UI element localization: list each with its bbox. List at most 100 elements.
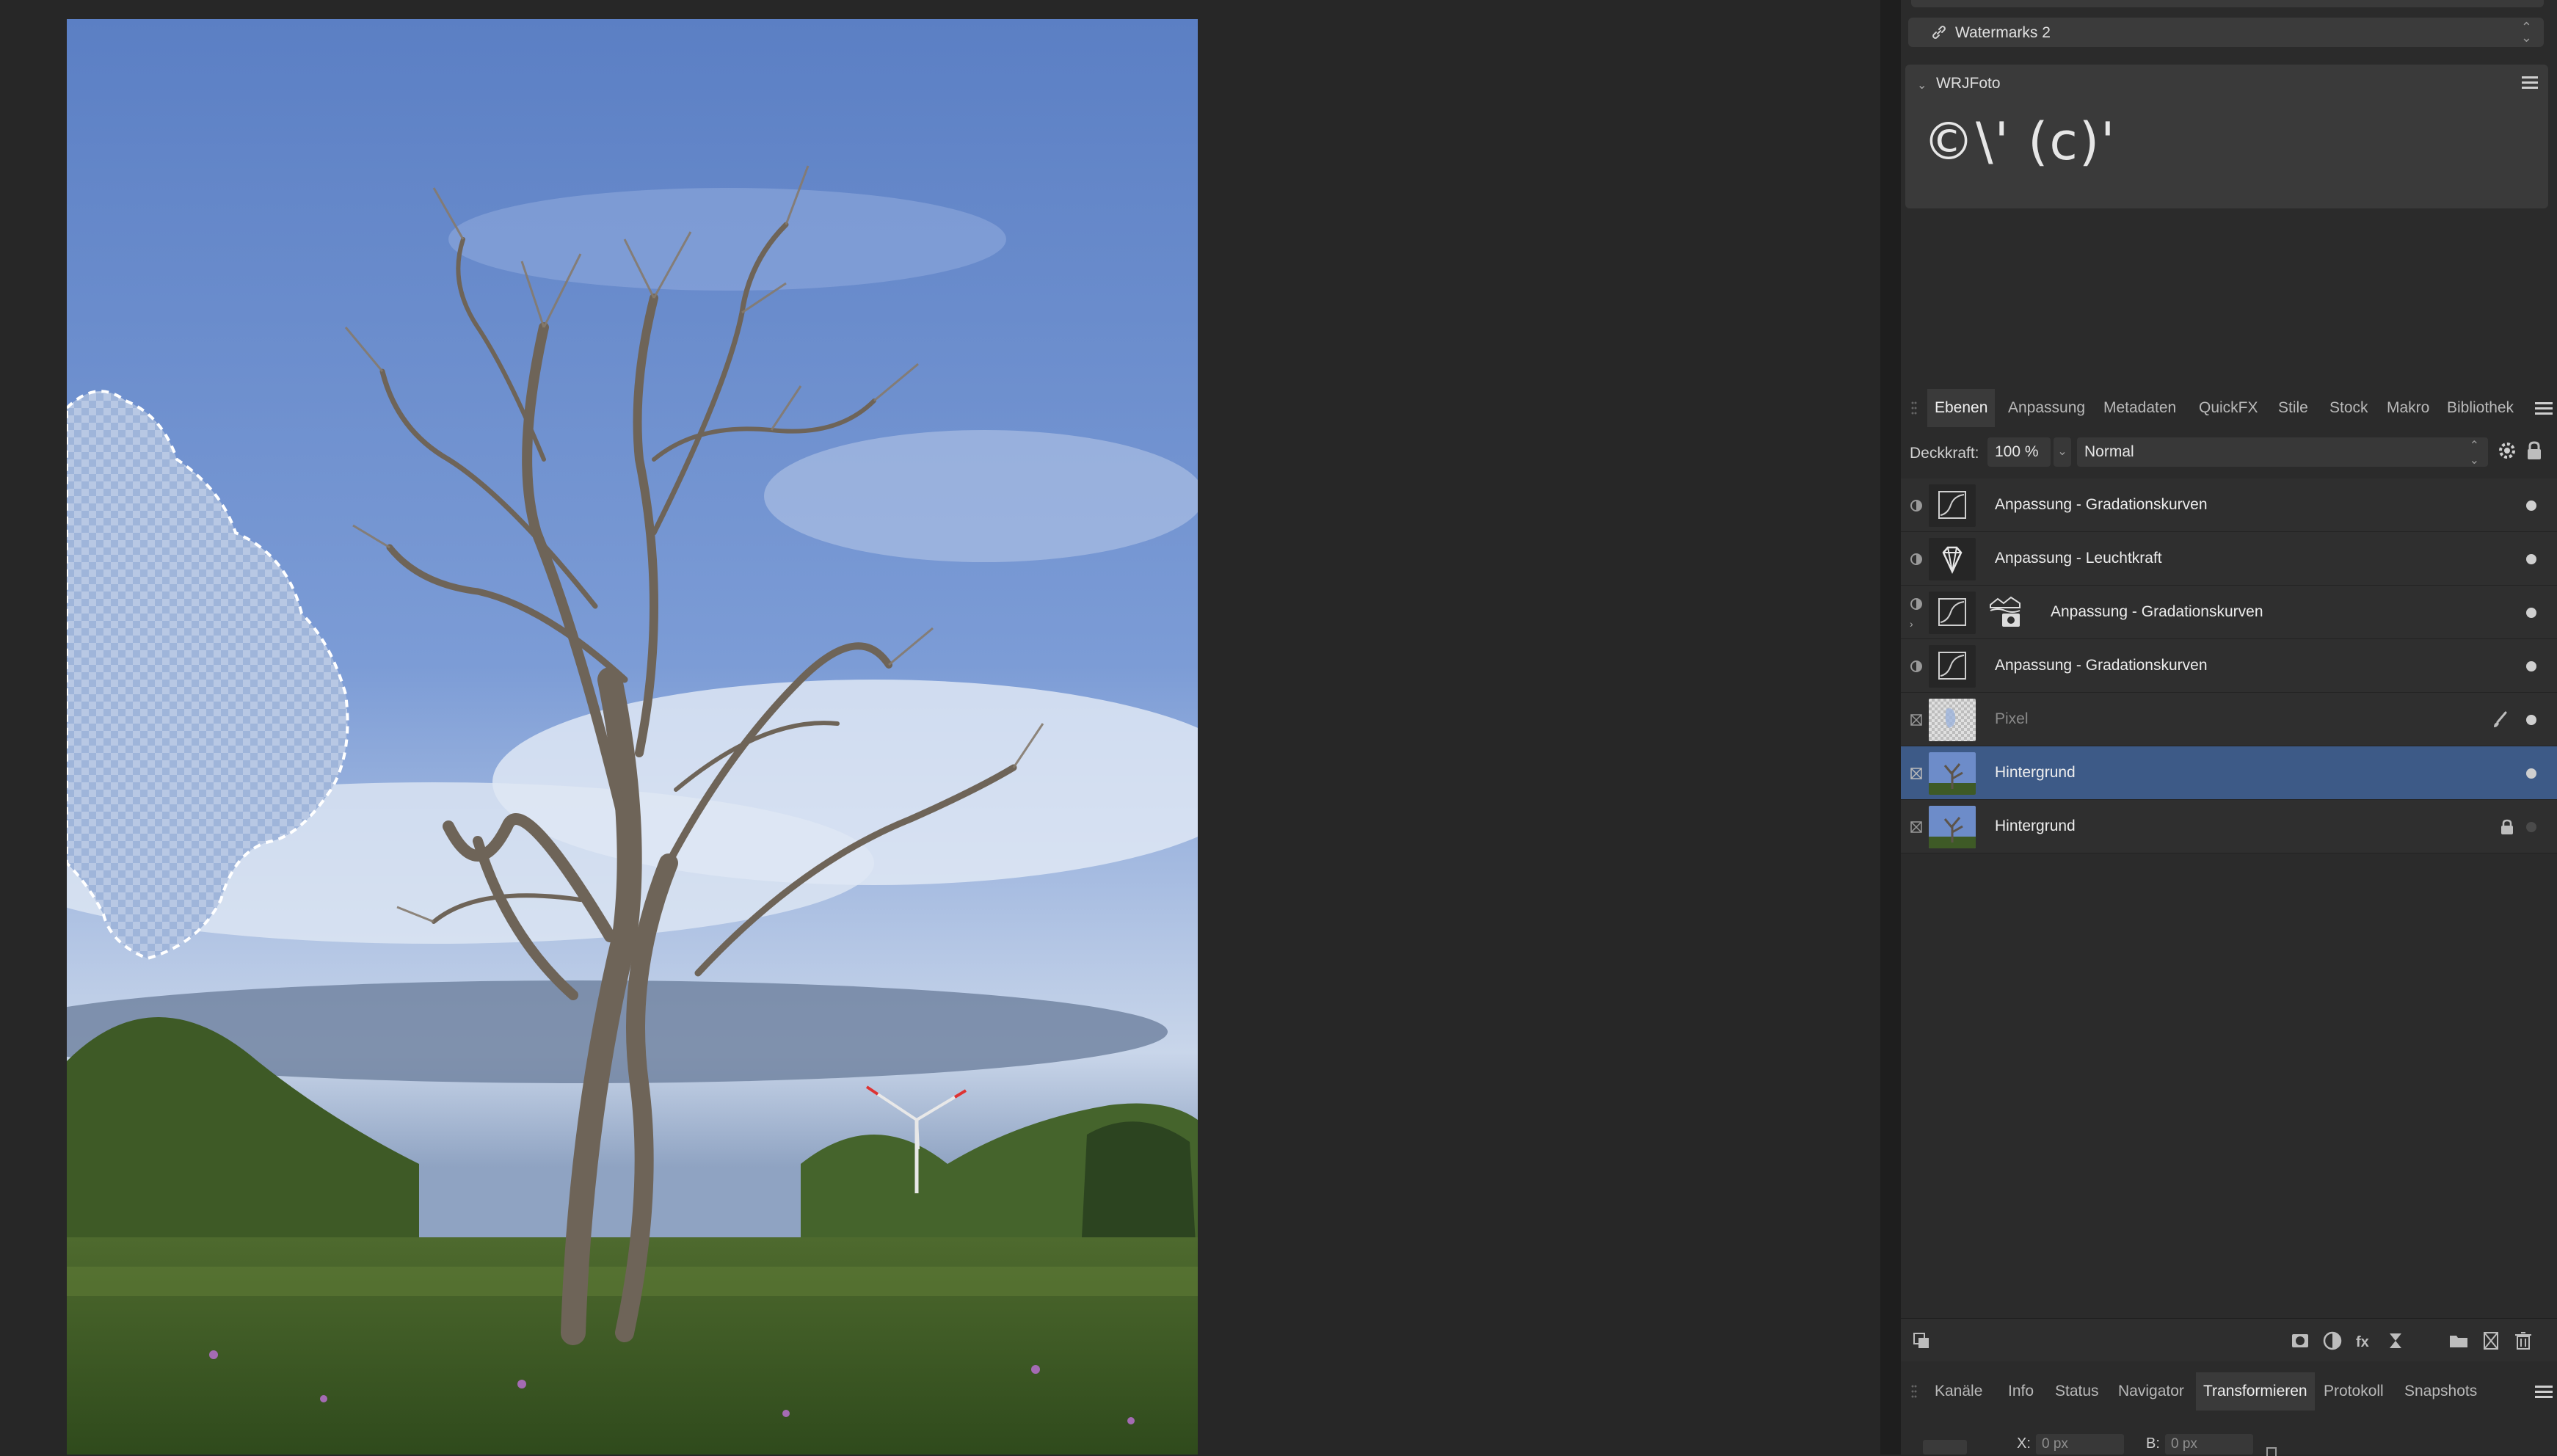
- adjustment-state-icon[interactable]: [1910, 499, 1923, 512]
- adjustment-layer-icon[interactable]: [2322, 1331, 2343, 1351]
- lock-icon[interactable]: [2498, 818, 2516, 837]
- tab-makro[interactable]: Makro: [2379, 389, 2437, 427]
- document-photo[interactable]: [67, 19, 1198, 1455]
- layer-visibility-toggle[interactable]: [2526, 608, 2536, 618]
- pixel-state-icon[interactable]: [1910, 713, 1923, 727]
- adjustment-state-icon[interactable]: [1910, 597, 1923, 611]
- opacity-label: Deckkraft:: [1910, 445, 1979, 462]
- chevron-updown-icon: ⌃ ⌄: [2469, 440, 2479, 467]
- layer-opacity-row: Deckkraft: 100 % ⌄ Normal ⌃ ⌄: [1901, 432, 2557, 476]
- opacity-dropdown[interactable]: ⌄: [2054, 437, 2071, 467]
- tab-anpassung[interactable]: Anpassung: [2001, 389, 2092, 427]
- layer-name: Anpassung - Gradationskurven: [1995, 496, 2208, 513]
- layers-tab-bar: Ebenen Anpassung Metadaten QuickFX Stile…: [1901, 389, 2557, 427]
- mask-image-icon: [1982, 592, 2029, 634]
- folder-icon[interactable]: [2448, 1331, 2469, 1351]
- hamburger-menu-icon[interactable]: [2535, 1384, 2553, 1399]
- layer-row[interactable]: › Anpassung - Gradationskurven: [1901, 586, 2557, 639]
- layer-row[interactable]: Anpassung - Gradationskurven: [1901, 639, 2557, 693]
- layer-row[interactable]: Anpassung - Gradationskurven: [1901, 478, 2557, 532]
- tab-protokoll[interactable]: Protokoll: [2316, 1372, 2391, 1410]
- grip-icon[interactable]: [1911, 1384, 1917, 1399]
- layer-name: Anpassung - Gradationskurven: [2051, 603, 2263, 620]
- layer-visibility-toggle[interactable]: [2526, 661, 2536, 671]
- right-panel: Watermarks 2 ⌃ ⌄ ⌄ WRJFoto ©\' (c)' Ebene…: [1901, 0, 2557, 1456]
- tab-info[interactable]: Info: [2001, 1372, 2041, 1410]
- watermark-library-select[interactable]: Watermarks 2 ⌃ ⌄: [1908, 18, 2544, 47]
- adjustment-state-icon[interactable]: [1910, 660, 1923, 673]
- curves-icon: [1929, 484, 1976, 527]
- photo-illustration: [67, 19, 1198, 1455]
- layer-name: Anpassung - Gradationskurven: [1995, 657, 2208, 674]
- layer-row[interactable]: Pixel: [1901, 693, 2557, 746]
- tab-metadaten[interactable]: Metadaten: [2096, 389, 2183, 427]
- layer-name: Hintergrund: [1995, 818, 2076, 834]
- hamburger-menu-icon[interactable]: [2522, 75, 2538, 90]
- chevron-down-icon[interactable]: ⌄: [1917, 78, 1927, 92]
- gear-icon[interactable]: [2497, 440, 2517, 461]
- tab-transformieren[interactable]: Transformieren: [2196, 1372, 2315, 1410]
- b-label: B:: [2146, 1435, 2160, 1452]
- tab-quickfx[interactable]: QuickFX: [2192, 389, 2266, 427]
- hamburger-menu-icon[interactable]: [2535, 401, 2553, 415]
- blend-mode-select[interactable]: Normal ⌃ ⌄: [2077, 437, 2488, 467]
- new-pixel-layer-icon[interactable]: [2481, 1331, 2501, 1351]
- anchor-grid-icon[interactable]: [1923, 1440, 1967, 1455]
- link-aspect-icon[interactable]: [2266, 1447, 2277, 1456]
- tab-stock[interactable]: Stock: [2322, 389, 2376, 427]
- x-input[interactable]: 0 px: [2036, 1434, 2124, 1455]
- watermark-card[interactable]: ⌄ WRJFoto ©\' (c)': [1905, 65, 2548, 208]
- duplicate-layer-icon[interactable]: [1911, 1331, 1932, 1351]
- layer-visibility-toggle[interactable]: [2526, 822, 2536, 832]
- fx-icon[interactable]: fx: [2354, 1331, 2375, 1351]
- chevron-updown-icon: ⌃ ⌄: [2520, 20, 2532, 45]
- watermark-card-title: WRJFoto: [1936, 75, 2001, 92]
- tab-ebenen[interactable]: Ebenen: [1927, 389, 1996, 427]
- layer-name: Pixel: [1995, 710, 2029, 727]
- tab-status[interactable]: Status: [2048, 1372, 2106, 1410]
- layer-row[interactable]: Anpassung - Leuchtkraft: [1901, 532, 2557, 586]
- canvas-area[interactable]: [0, 0, 1880, 1455]
- tab-kanaele[interactable]: Kanäle: [1927, 1372, 1990, 1410]
- mask-layer-icon[interactable]: [2290, 1331, 2310, 1351]
- adjustment-state-icon[interactable]: [1910, 553, 1923, 566]
- pixel-state-icon[interactable]: [1910, 820, 1923, 834]
- layer-visibility-toggle[interactable]: [2526, 715, 2536, 725]
- svg-text:fx: fx: [2356, 1334, 2369, 1350]
- lock-icon[interactable]: [2526, 440, 2542, 461]
- live-filter-icon[interactable]: [2385, 1331, 2406, 1351]
- layer-row[interactable]: Hintergrund: [1901, 746, 2557, 800]
- layer-thumbnail: [1929, 699, 1976, 741]
- layer-name: Hintergrund: [1995, 764, 2076, 781]
- opacity-input[interactable]: 100 %: [1987, 437, 2051, 467]
- tab-bibliothek[interactable]: Bibliothek: [2440, 389, 2521, 427]
- layer-visibility-toggle[interactable]: [2526, 768, 2536, 779]
- tab-stile[interactable]: Stile: [2271, 389, 2316, 427]
- x-label: X:: [2017, 1435, 2031, 1452]
- layer-thumbnail: [1929, 806, 1976, 848]
- width-input[interactable]: 0 px: [2165, 1434, 2253, 1455]
- tab-snapshots[interactable]: Snapshots: [2397, 1372, 2484, 1410]
- trash-icon[interactable]: [2513, 1331, 2534, 1351]
- link-icon: [1932, 26, 1946, 39]
- watermark-sample[interactable]: ©\' (c)': [1923, 112, 2116, 172]
- layer-thumbnail: [1929, 752, 1976, 795]
- watermark-library-label: Watermarks 2: [1955, 24, 2051, 41]
- tab-navigator[interactable]: Navigator: [2111, 1372, 2192, 1410]
- chevron-right-icon[interactable]: ›: [1910, 618, 1913, 630]
- blend-mode-value: Normal: [2084, 443, 2134, 460]
- pixel-state-icon[interactable]: [1910, 767, 1923, 780]
- grip-icon[interactable]: [1911, 401, 1917, 415]
- layer-row[interactable]: Hintergrund: [1901, 800, 2557, 853]
- layer-visibility-toggle[interactable]: [2526, 500, 2536, 511]
- bottom-tab-bar: Kanäle Info Status Navigator Transformie…: [1901, 1372, 2557, 1410]
- curves-icon: [1929, 592, 1976, 634]
- panel-splitter[interactable]: [1880, 0, 1901, 1455]
- layer-name: Anpassung - Leuchtkraft: [1995, 550, 2162, 567]
- layers-toolbar: fx: [1901, 1318, 2557, 1361]
- vibrance-icon: [1929, 538, 1976, 580]
- transform-panel: X: 0 px B: 0 px: [1901, 1425, 2557, 1456]
- layer-visibility-toggle[interactable]: [2526, 554, 2536, 564]
- curves-icon: [1929, 645, 1976, 688]
- watermark-library-strip: [1911, 0, 2544, 7]
